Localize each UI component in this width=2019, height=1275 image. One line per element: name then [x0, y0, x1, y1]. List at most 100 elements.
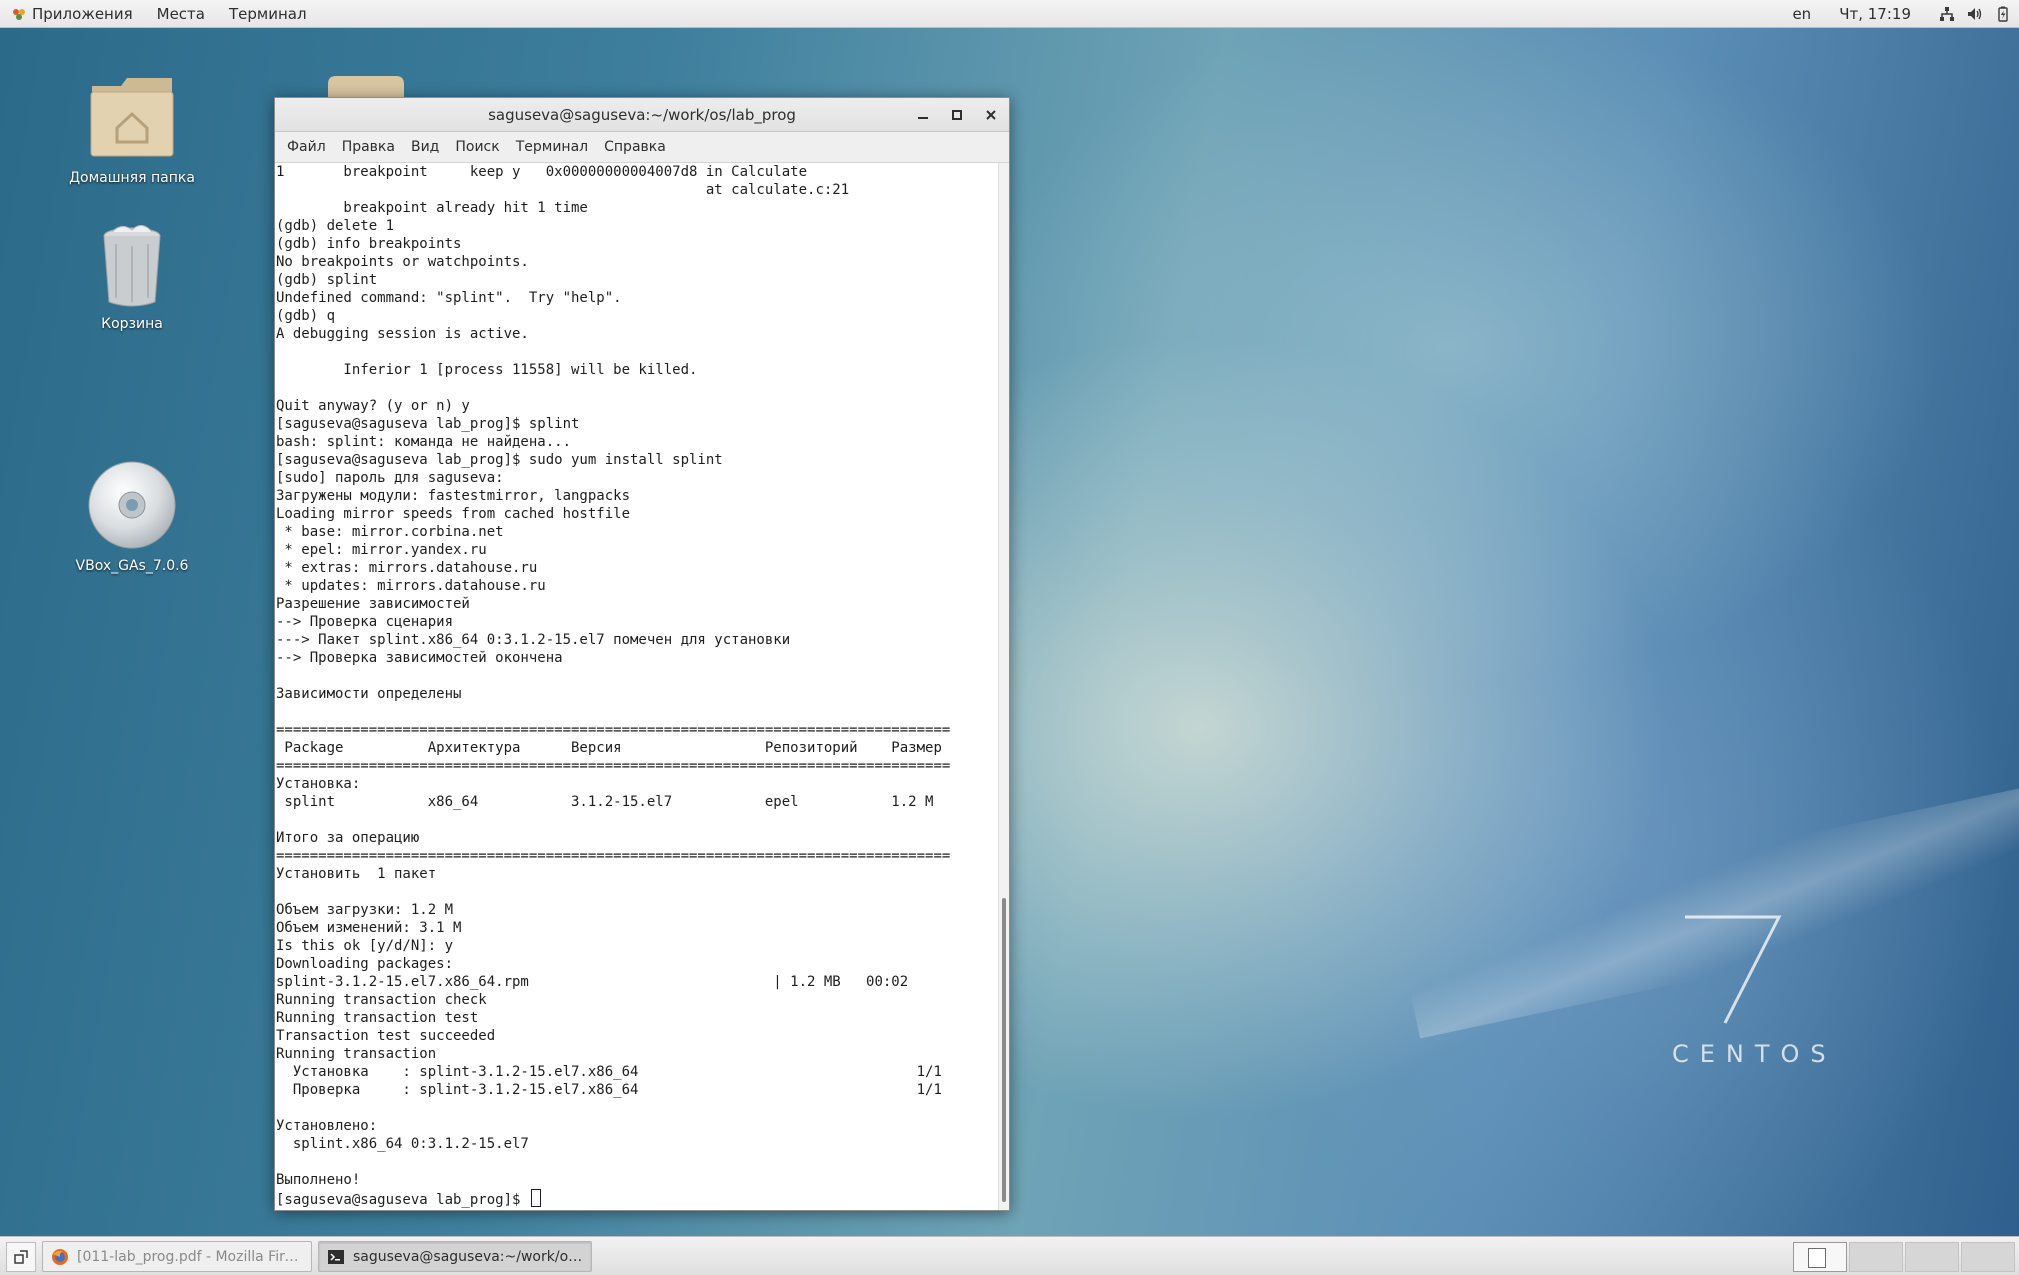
terminal-line: (gdb) splint [276, 272, 378, 288]
show-desktop-icon [14, 1249, 28, 1264]
terminal-line: (gdb) q [276, 308, 336, 324]
terminal-line: Проверка : splint-3.1.2-15.el7.x86_64 1/… [292, 1082, 942, 1098]
terminal-line: at calculate.c:21 [705, 182, 850, 198]
terminal-line: * extras: mirrors.datahouse.ru [284, 560, 538, 576]
terminal-line: splint.x86_64 0:3.1.2-15.el7 [292, 1136, 529, 1152]
terminal-line: Running transaction [276, 1046, 437, 1062]
terminal-line: --> Проверка сценария [276, 614, 454, 630]
close-icon [986, 110, 996, 120]
desktop-icon-vbox-cd-label: VBox_GAs_7.0.6 [75, 558, 189, 574]
terminal-app-menu[interactable]: Терминал [217, 0, 319, 27]
menu-terminal[interactable]: Терминал [508, 139, 596, 155]
volume-indicator[interactable] [1961, 0, 1989, 27]
bottom-panel: [011-lab_prog.pdf - Mozilla Firefox] sag… [0, 1236, 2019, 1275]
terminal-line: breakpoint already hit 1 time [343, 200, 588, 216]
desktop-icon-home-label: Домашняя папка [69, 170, 195, 186]
menu-file[interactable]: Файл [279, 139, 334, 155]
terminal-line: Package Архитектура Версия Репозиторий Р… [284, 740, 942, 756]
terminal-line: Running transaction test [276, 1010, 479, 1026]
terminal-line: ---> Пакет splint.x86_64 0:3.1.2-15.el7 … [276, 632, 791, 648]
centos-seven-logo [1685, 915, 1782, 1024]
terminal-cursor [530, 1189, 541, 1207]
terminal-titlebar[interactable]: saguseva@saguseva:~/work/os/lab_prog [275, 98, 1009, 132]
terminal-line: Downloading packages: [276, 956, 454, 972]
desktop-icon-home[interactable]: Домашняя папка [52, 72, 212, 186]
terminal-line: Quit anyway? (y or n) y [276, 398, 470, 414]
workspace-switcher [1791, 1242, 2015, 1272]
applications-menu[interactable]: Приложения [0, 0, 145, 27]
desktop-icon-vbox-cd[interactable]: VBox_GAs_7.0.6 [52, 460, 212, 574]
centos-wordmark: CENTOS [1672, 1040, 1837, 1068]
menu-view[interactable]: Вид [403, 139, 447, 155]
terminal-line: Is this ok [y/d/N]: y [276, 938, 454, 954]
terminal-scrollbar[interactable] [998, 163, 1009, 1210]
terminal-line: * base: mirror.corbina.net [284, 524, 504, 540]
clock[interactable]: Чт, 17:19 [1821, 0, 1933, 27]
workspace-2[interactable] [1849, 1242, 1903, 1272]
keyboard-layout-indicator[interactable]: en [1782, 0, 1821, 27]
workspace-1[interactable] [1793, 1242, 1847, 1272]
terminal-line: splint-3.1.2-15.el7.x86_64.rpm | 1.2 MB … [276, 974, 909, 990]
show-desktop-button[interactable] [6, 1241, 36, 1272]
maximize-icon [952, 110, 962, 120]
terminal-line: Running transaction check [276, 992, 487, 1008]
network-indicator[interactable] [1933, 0, 1961, 27]
terminal-window[interactable]: saguseva@saguseva:~/work/os/lab_prog Фай… [274, 97, 1010, 1211]
network-icon [1940, 6, 1954, 21]
close-button[interactable] [981, 105, 1001, 125]
terminal-prompt: [saguseva@saguseva lab_prog]$ [276, 1192, 529, 1208]
terminal-text: 1 breakpoint keep y 0x00000000004007d8 i… [275, 163, 999, 1209]
terminal-line: Undefined command: "splint". Try "help". [276, 290, 622, 306]
terminal-line: Загружены модули: fastestmirror, langpac… [276, 488, 631, 504]
trash-icon [103, 225, 161, 307]
terminal-line: Зависимости определены [276, 686, 462, 702]
terminal-line: Установка: [276, 776, 361, 792]
terminal-output[interactable]: 1 breakpoint keep y 0x00000000004007d8 i… [275, 163, 999, 1210]
firefox-icon [52, 1248, 68, 1265]
terminal-line: bash: splint: команда не найдена... [276, 434, 572, 450]
battery-icon [1998, 6, 2008, 22]
taskbar-item-terminal[interactable]: saguseva@saguseva:~/work/os/lab_... [318, 1241, 592, 1272]
terminal-line: (gdb) delete 1 [276, 218, 395, 234]
minimize-button[interactable] [913, 105, 933, 125]
terminal-line: Установка : splint-3.1.2-15.el7.x86_64 1… [292, 1064, 942, 1080]
terminal-menubar: Файл Правка Вид Поиск Терминал Справка [275, 132, 1009, 163]
clock-label: Чт, 17:19 [1839, 4, 1911, 23]
desktop-icon-trash-label: Корзина [101, 316, 163, 332]
workspace-4[interactable] [1961, 1242, 2015, 1272]
terminal-line: * updates: mirrors.datahouse.ru [284, 578, 546, 594]
terminal-line: --> Проверка зависимостей окончена [276, 650, 563, 666]
partial-folder-icon[interactable] [326, 74, 406, 98]
taskbar-item-firefox[interactable]: [011-lab_prog.pdf - Mozilla Firefox] [42, 1241, 312, 1272]
terminal-line: ========================================… [276, 848, 951, 864]
places-menu[interactable]: Места [145, 0, 217, 27]
terminal-line: Итого за операцию [276, 830, 420, 846]
terminal-line: * epel: mirror.yandex.ru [284, 542, 487, 558]
volume-icon [1968, 7, 1982, 20]
terminal-icon [328, 1249, 344, 1264]
terminal-scrollbar-thumb[interactable] [1002, 898, 1006, 1202]
desktop-icon-trash[interactable]: Корзина [52, 222, 212, 332]
places-menu-label: Места [156, 4, 205, 23]
terminal-line: Установлено: [276, 1118, 378, 1134]
terminal-line: Объем загрузки: 1.2 M [276, 902, 454, 918]
cd-disc-icon [88, 461, 176, 549]
maximize-button[interactable] [947, 105, 967, 125]
terminal-line: A debugging session is active. [276, 326, 529, 342]
terminal-line: 1 breakpoint keep y 0x00000000004007d8 i… [276, 164, 808, 180]
terminal-line: Loading mirror speeds from cached hostfi… [276, 506, 631, 522]
terminal-line: Transaction test succeeded [276, 1028, 496, 1044]
top-panel: Приложения Места Терминал en Чт, 17:19 [0, 0, 2019, 28]
workspace-3[interactable] [1905, 1242, 1959, 1272]
terminal-line: splint x86_64 3.1.2-15.el7 epel 1.2 M [284, 794, 934, 810]
terminal-line: [saguseva@saguseva lab_prog]$ sudo yum i… [276, 452, 723, 468]
menu-help[interactable]: Справка [596, 139, 674, 155]
applications-menu-label: Приложения [32, 4, 133, 23]
menu-search[interactable]: Поиск [447, 139, 507, 155]
home-folder-icon [90, 78, 174, 157]
workspace-1-window-thumb [1808, 1248, 1826, 1268]
menu-edit[interactable]: Правка [334, 139, 403, 155]
taskbar-item-firefox-label: [011-lab_prog.pdf - Mozilla Firefox] [77, 1248, 303, 1265]
applications-icon [13, 8, 25, 20]
power-indicator[interactable] [1989, 0, 2019, 27]
